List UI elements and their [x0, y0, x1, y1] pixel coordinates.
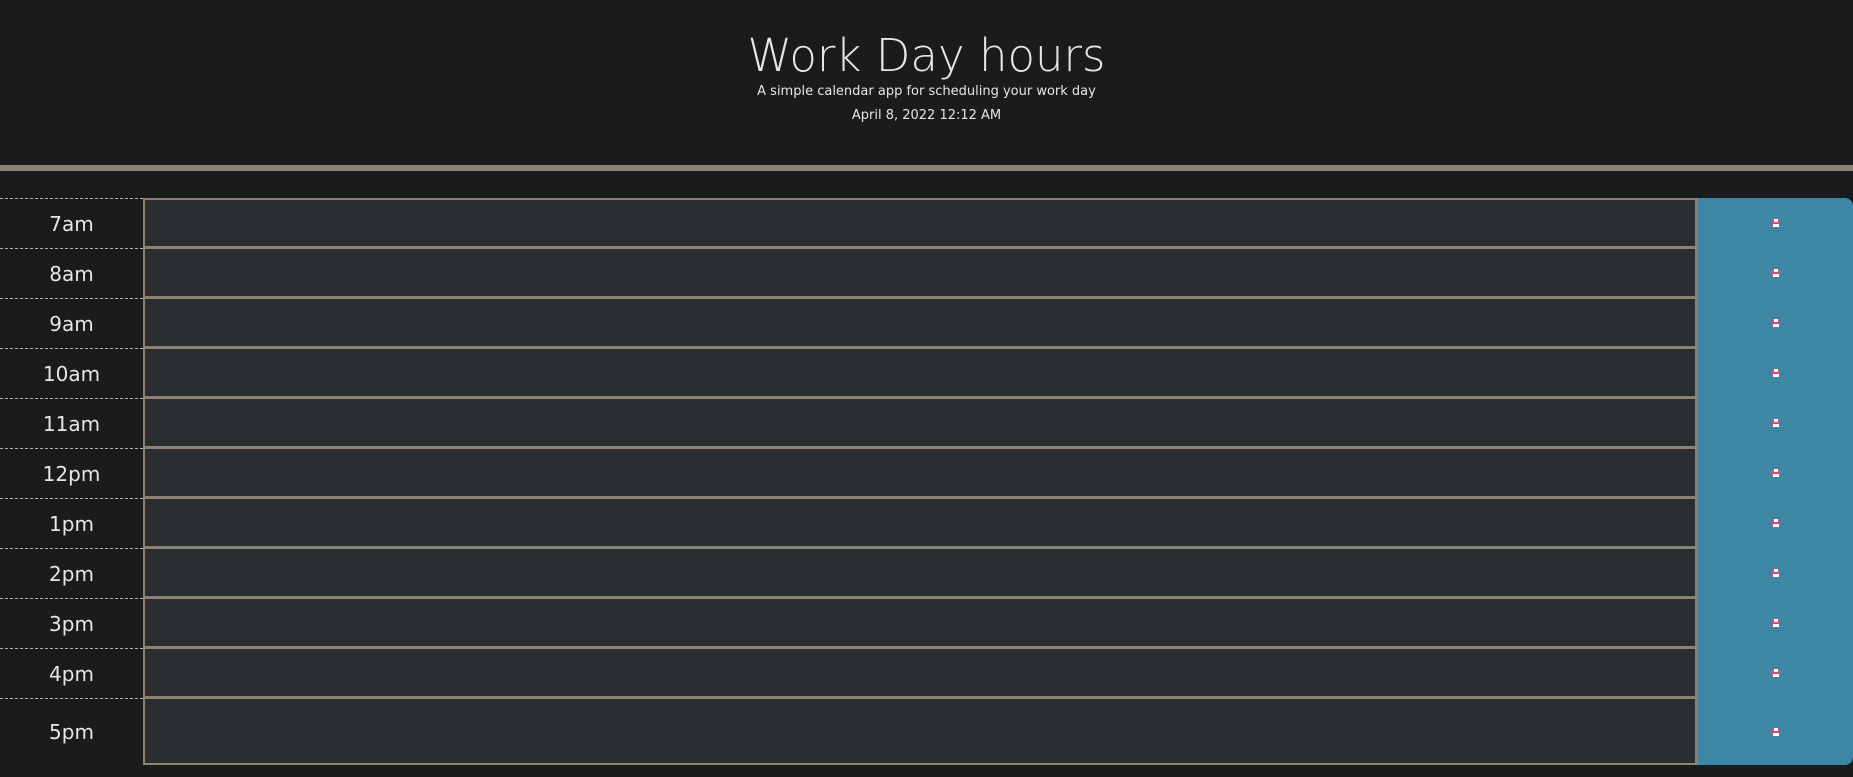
hour-label: 9am [0, 298, 143, 348]
save-button[interactable] [1697, 648, 1853, 698]
time-block-row: 3pm [0, 598, 1853, 648]
save-button[interactable] [1697, 598, 1853, 648]
hour-label: 8am [0, 248, 143, 298]
hour-label: 10am [0, 348, 143, 398]
floppy-disk-icon [1771, 668, 1781, 678]
floppy-disk-icon [1771, 518, 1781, 528]
event-description-input[interactable] [143, 648, 1697, 698]
time-block-row: 4pm [0, 648, 1853, 698]
time-block-row: 9am [0, 298, 1853, 348]
floppy-disk-icon [1771, 268, 1781, 278]
save-button[interactable] [1697, 698, 1853, 765]
hour-label: 11am [0, 398, 143, 448]
event-description-input[interactable] [143, 298, 1697, 348]
timeblocks-container: 7am 8am 9am 10am 11am 12pm 1pm 2pm 3pm 4… [0, 198, 1853, 765]
floppy-disk-icon [1771, 568, 1781, 578]
time-block-row: 11am [0, 398, 1853, 448]
event-description-input[interactable] [143, 348, 1697, 398]
floppy-disk-icon [1771, 727, 1781, 737]
floppy-disk-icon [1771, 318, 1781, 328]
hour-label: 3pm [0, 598, 143, 648]
floppy-disk-icon [1771, 418, 1781, 428]
hour-label: 7am [0, 198, 143, 248]
event-description-input[interactable] [143, 398, 1697, 448]
floppy-disk-icon [1771, 368, 1781, 378]
time-block-row: 8am [0, 248, 1853, 298]
page-title: Work Day hours [747, 29, 1106, 82]
save-button[interactable] [1697, 548, 1853, 598]
save-button[interactable] [1697, 448, 1853, 498]
event-description-input[interactable] [143, 448, 1697, 498]
time-block-row: 12pm [0, 448, 1853, 498]
current-date: April 8, 2022 12:12 AM [851, 108, 1002, 123]
save-button[interactable] [1697, 498, 1853, 548]
save-button[interactable] [1697, 348, 1853, 398]
event-description-input[interactable] [143, 548, 1697, 598]
event-description-input[interactable] [143, 598, 1697, 648]
time-block-row: 10am [0, 348, 1853, 398]
page-subtitle: A simple calendar app for scheduling you… [757, 84, 1096, 99]
hour-label: 5pm [0, 698, 143, 765]
event-description-input[interactable] [143, 698, 1697, 765]
floppy-disk-icon [1771, 468, 1781, 478]
hour-label: 1pm [0, 498, 143, 548]
hour-label: 2pm [0, 548, 143, 598]
save-button[interactable] [1697, 198, 1853, 248]
floppy-disk-icon [1771, 618, 1781, 628]
event-description-input[interactable] [143, 198, 1697, 248]
time-block-row: 5pm [0, 698, 1853, 765]
time-block-row: 1pm [0, 498, 1853, 548]
hour-label: 12pm [0, 448, 143, 498]
time-block-row: 7am [0, 198, 1853, 248]
time-block-row: 2pm [0, 548, 1853, 598]
event-description-input[interactable] [143, 248, 1697, 298]
save-button[interactable] [1697, 398, 1853, 448]
hour-label: 4pm [0, 648, 143, 698]
page-header: Work Day hours A simple calendar app for… [0, 0, 1853, 171]
floppy-disk-icon [1771, 218, 1781, 228]
save-button[interactable] [1697, 248, 1853, 298]
save-button[interactable] [1697, 298, 1853, 348]
event-description-input[interactable] [143, 498, 1697, 548]
